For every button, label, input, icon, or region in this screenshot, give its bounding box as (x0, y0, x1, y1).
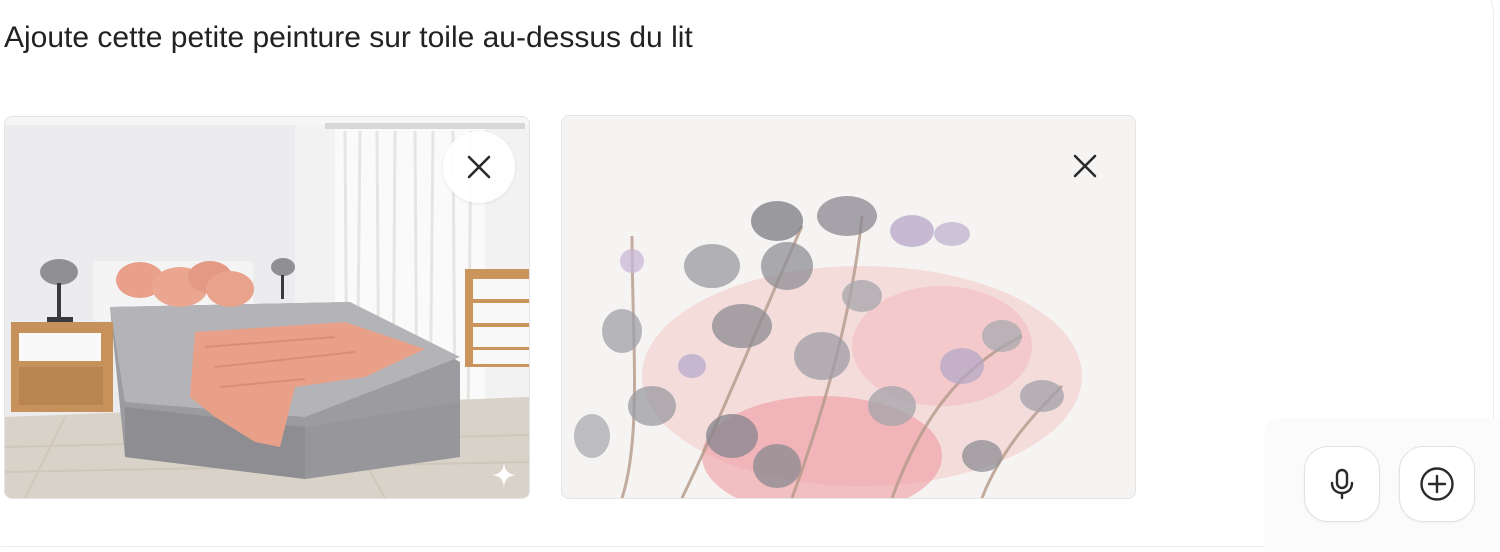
microphone-icon (1330, 468, 1354, 500)
plus-circle-icon (1420, 467, 1454, 501)
attachment-bedroom-photo[interactable] (4, 116, 530, 499)
close-icon (1073, 154, 1097, 178)
attachment-watercolor-painting[interactable] (561, 115, 1136, 499)
sparkle-icon (491, 462, 517, 488)
remove-attachment-button[interactable] (1049, 130, 1121, 202)
microphone-button[interactable] (1304, 446, 1380, 522)
add-button[interactable] (1399, 446, 1475, 522)
prompt-text[interactable]: Ajoute cette petite peinture sur toile a… (4, 20, 693, 56)
close-icon (467, 155, 491, 179)
remove-attachment-button[interactable] (443, 131, 515, 203)
